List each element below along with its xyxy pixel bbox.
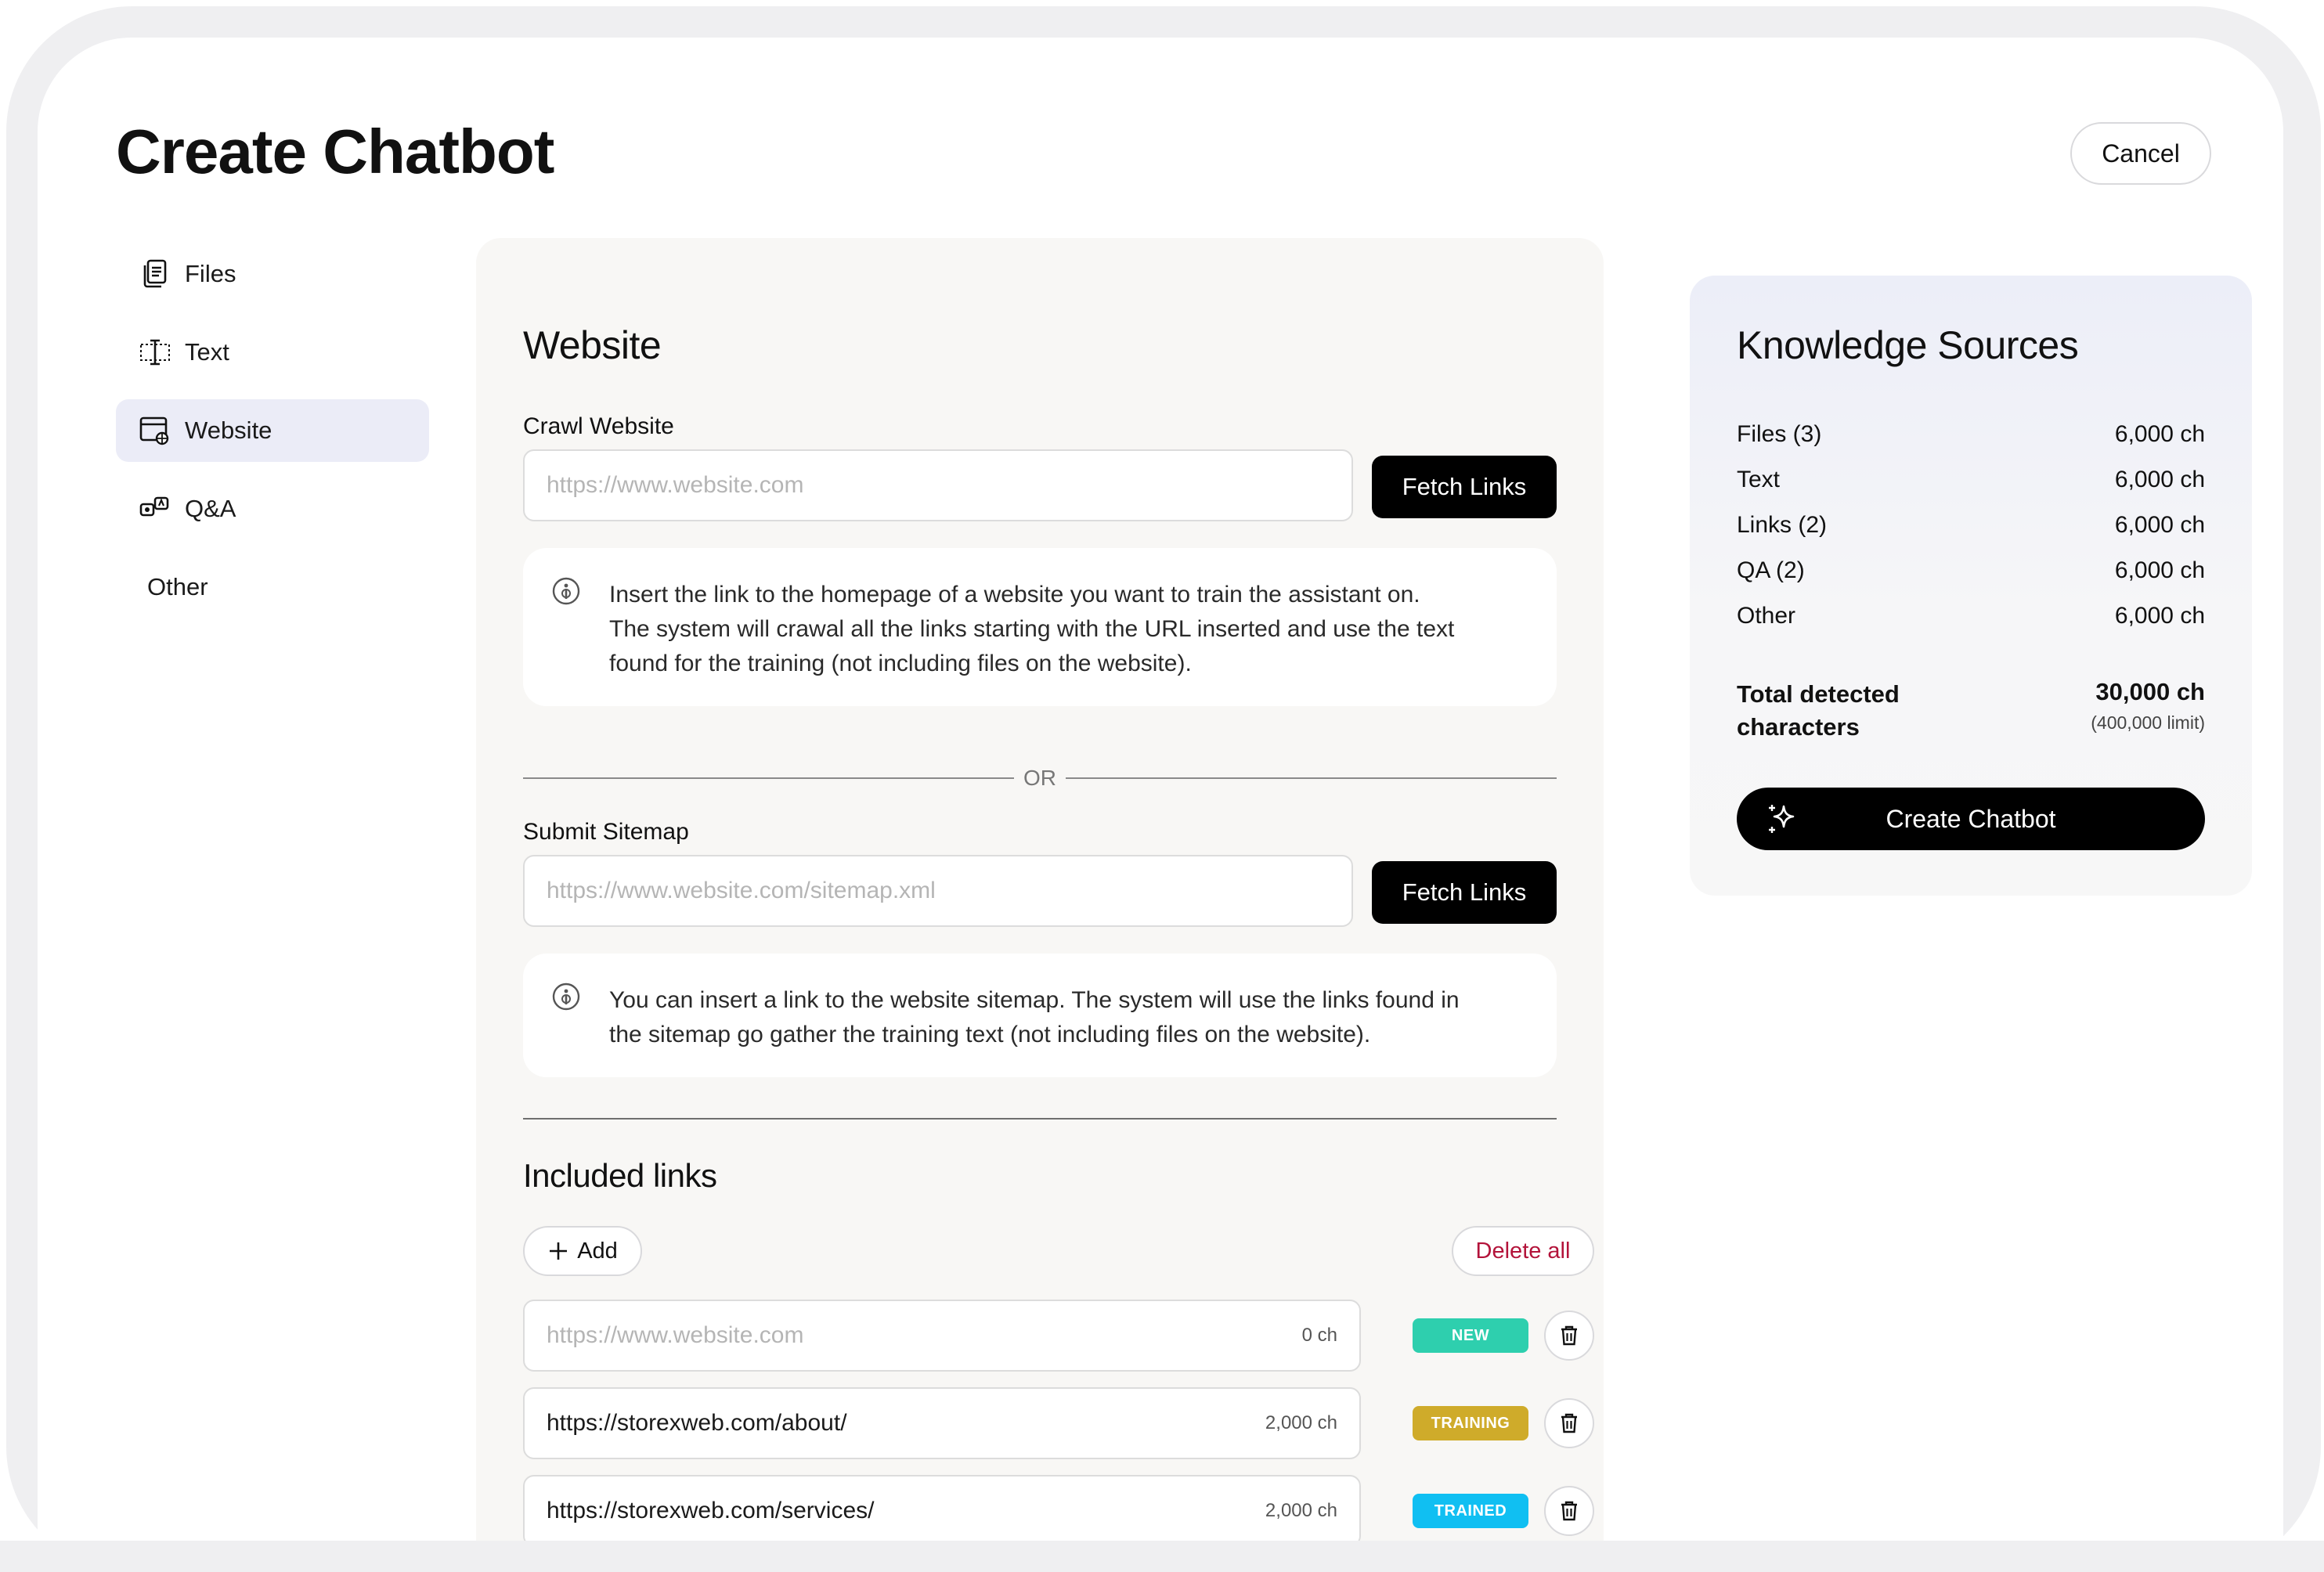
source-label: Files (3) — [1737, 421, 1822, 447]
info-text-line: the sitemap go gather the training text … — [609, 1022, 1371, 1047]
source-row-text: Text 6,000 ch — [1737, 467, 2205, 493]
trash-icon — [1559, 1325, 1579, 1347]
source-label: Links (2) — [1737, 512, 1828, 538]
qa-icon — [139, 493, 171, 525]
browser-icon — [139, 415, 171, 446]
status-badge: NEW — [1413, 1318, 1528, 1353]
cancel-button[interactable]: Cancel — [2070, 122, 2211, 185]
sitemap-info-box: You can insert a link to the website sit… — [523, 954, 1557, 1077]
create-chatbot-label: Create Chatbot — [1886, 804, 2056, 833]
link-url: https://storexweb.com/services/ — [547, 1498, 875, 1523]
source-value: 6,000 ch — [2114, 467, 2205, 492]
crawl-website-label: Crawl Website — [523, 413, 674, 439]
sidebar-item-other[interactable]: Other — [116, 556, 429, 618]
delete-link-button[interactable] — [1544, 1398, 1594, 1448]
knowledge-sources-title: Knowledge Sources — [1737, 323, 2079, 367]
create-chatbot-button[interactable]: Create Chatbot — [1737, 788, 2205, 850]
status-badge: TRAINING — [1413, 1406, 1528, 1440]
delete-all-button[interactable]: Delete all — [1452, 1226, 1594, 1276]
total-characters-value: 30,000 ch — [2095, 678, 2205, 705]
sitemap-fetch-links-button[interactable]: Fetch Links — [1372, 861, 1557, 924]
info-icon — [551, 576, 581, 606]
source-value: 6,000 ch — [2114, 421, 2205, 447]
link-char-count: 2,000 ch — [1265, 1412, 1337, 1433]
add-label: Add — [577, 1238, 618, 1264]
crawl-fetch-links-button[interactable]: Fetch Links — [1372, 456, 1557, 518]
source-label: QA (2) — [1737, 557, 1805, 583]
source-row-links: Links (2) 6,000 ch — [1737, 512, 2205, 539]
character-limit: (400,000 limit) — [2091, 712, 2205, 733]
info-icon — [551, 982, 581, 1011]
trash-icon — [1559, 1412, 1579, 1434]
crawl-info-box: Insert the link to the homepage of a web… — [523, 548, 1557, 706]
delete-link-button[interactable] — [1544, 1486, 1594, 1536]
sidebar-item-files[interactable]: Files — [116, 243, 429, 305]
source-value: 6,000 ch — [2114, 512, 2205, 538]
info-text-line: Insert the link to the homepage of a web… — [609, 582, 1420, 608]
sidebar-item-text[interactable]: Text — [116, 321, 429, 384]
link-row-input[interactable]: https://storexweb.com/services/ 2,000 ch — [523, 1475, 1361, 1541]
info-text-line: You can insert a link to the website sit… — [609, 987, 1460, 1013]
source-label: Other — [1737, 603, 1796, 629]
or-divider: OR — [523, 763, 1557, 794]
submit-sitemap-label: Submit Sitemap — [523, 819, 689, 845]
source-row-other: Other 6,000 ch — [1737, 603, 2205, 629]
link-row-input[interactable]: https://storexweb.com/about/ 2,000 ch — [523, 1387, 1361, 1459]
sidebar-item-label: Text — [185, 338, 229, 366]
status-badge: TRAINED — [1413, 1494, 1528, 1528]
section-divider — [523, 1118, 1557, 1120]
link-row-input[interactable]: https://www.website.com 0 ch — [523, 1300, 1361, 1372]
info-text-line: The system will crawal all the links sta… — [609, 616, 1455, 642]
link-url: https://www.website.com — [547, 1322, 804, 1348]
total-characters-label: Total detected characters — [1737, 680, 1900, 741]
trash-icon — [1559, 1500, 1579, 1522]
text-cursor-icon — [139, 337, 171, 368]
link-char-count: 2,000 ch — [1265, 1500, 1337, 1521]
plus-icon — [547, 1240, 569, 1262]
files-icon — [139, 258, 171, 290]
sidebar-item-label: Other — [147, 573, 208, 600]
source-value: 6,000 ch — [2114, 603, 2205, 629]
sidebar-item-qa[interactable]: Q&A — [116, 478, 429, 540]
device-frame-bottom — [0, 1541, 2324, 1572]
source-row-qa: QA (2) 6,000 ch — [1737, 557, 2205, 584]
app-window: Create Chatbot Cancel Files Text Website — [38, 38, 2283, 1541]
source-value: 6,000 ch — [2114, 557, 2205, 583]
delete-link-button[interactable] — [1544, 1311, 1594, 1361]
or-label: OR — [1023, 766, 1056, 790]
sparkle-icon — [1765, 802, 1799, 836]
section-title-website: Website — [523, 323, 662, 367]
sidebar-item-label: Q&A — [185, 495, 236, 522]
sitemap-url-input[interactable]: https://www.website.com/sitemap.xml — [523, 855, 1353, 927]
source-row-files: Files (3) 6,000 ch — [1737, 421, 2205, 448]
website-panel: Website Crawl Website https://www.websit… — [476, 238, 1604, 1541]
add-link-button[interactable]: Add — [523, 1226, 642, 1276]
link-url: https://storexweb.com/about/ — [547, 1410, 847, 1436]
included-links-title: Included links — [523, 1157, 717, 1194]
crawl-url-input[interactable]: https://www.website.com — [523, 449, 1353, 521]
page-title: Create Chatbot — [116, 117, 554, 186]
sidebar-item-label: Website — [185, 416, 272, 444]
source-label: Text — [1737, 467, 1781, 492]
link-char-count: 0 ch — [1301, 1325, 1337, 1346]
info-text-line: found for the training (not including fi… — [609, 651, 1192, 676]
sidebar-item-label: Files — [185, 260, 236, 287]
knowledge-sources-panel: Knowledge Sources Files (3) 6,000 ch Tex… — [1690, 276, 2252, 896]
sidebar-nav: Files Text Website Q&A Other — [116, 243, 429, 634]
sidebar-item-website[interactable]: Website — [116, 399, 429, 462]
